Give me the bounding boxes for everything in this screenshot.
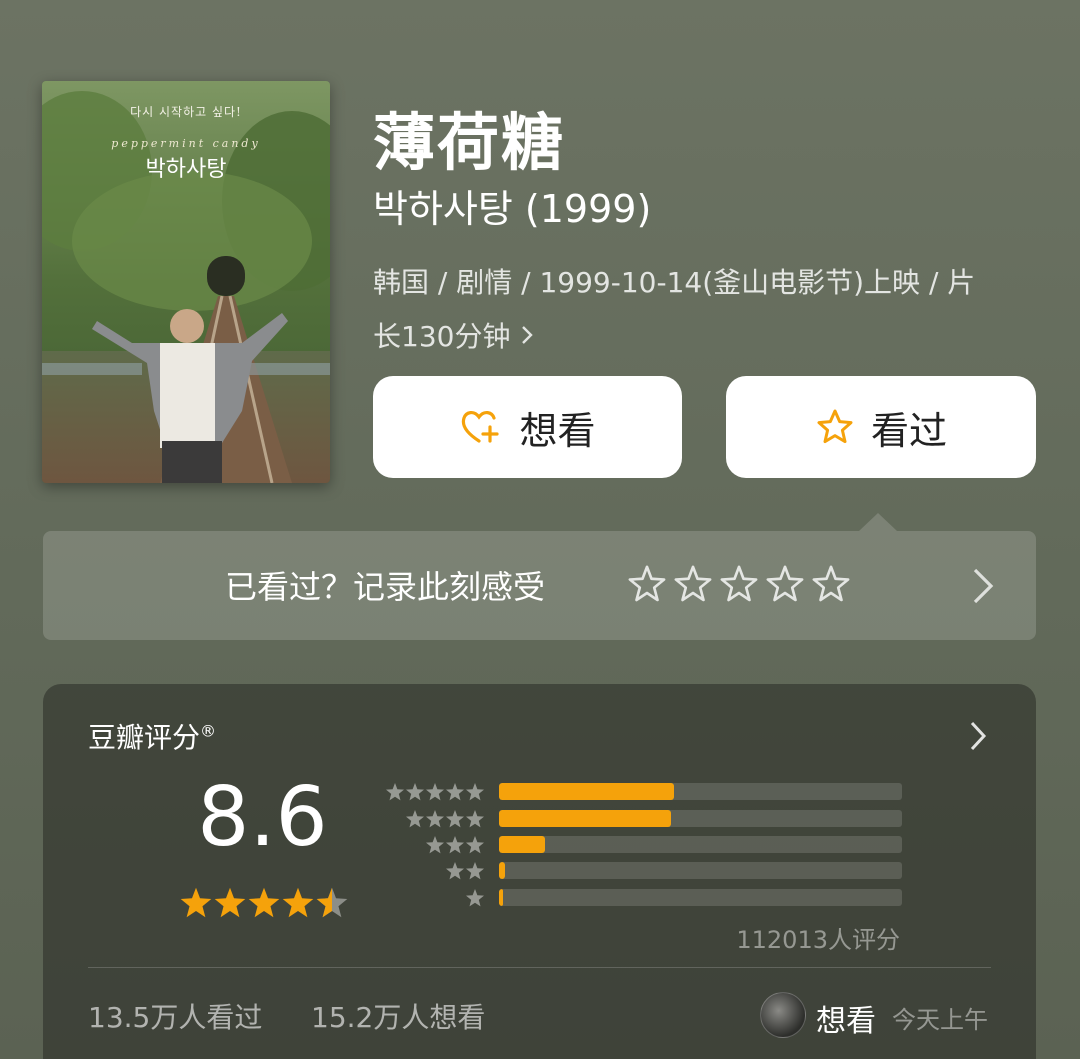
movie-meta-line2-wrap: 长130分钟 (373, 310, 1043, 364)
rate-star-row[interactable] (628, 565, 850, 607)
rate-star-icon[interactable] (812, 565, 850, 607)
seen-count[interactable]: 13.5万人看过 (88, 996, 262, 1036)
poster-tagline: 다시 시작하고 싶다! (130, 105, 242, 119)
rating-bar-fill (499, 889, 503, 906)
rating-row-stars (425, 835, 485, 859)
star-small-icon (465, 809, 485, 833)
chevron-right-icon[interactable] (970, 566, 996, 610)
rating-bar-track (499, 862, 902, 879)
rating-bar-track (499, 783, 902, 800)
rating-row-2-star (385, 861, 905, 881)
star-small-icon (445, 835, 465, 859)
rating-bar-fill (499, 810, 672, 827)
score-label[interactable]: 豆瓣评分® (88, 716, 216, 756)
rating-bar-track (499, 836, 902, 853)
rate-prompt-text: 已看过？记录此刻感受 (225, 568, 546, 606)
rating-bar-fill (499, 783, 675, 800)
star-small-icon (425, 835, 445, 859)
movie-original-title: 박하사탕 (1999) (373, 187, 652, 231)
star-small-icon (445, 782, 465, 806)
rate-star-icon[interactable] (766, 565, 804, 607)
rating-row-5-star (385, 782, 905, 802)
movie-meta[interactable]: 韩国 / 剧情 / 1999-10-14(釜山电影节)上映 / 片 长130分钟 (373, 256, 1043, 364)
chevron-right-icon[interactable] (968, 720, 988, 756)
rating-count: 112013人评分 (736, 926, 900, 954)
rating-row-4-star (385, 809, 905, 829)
poster-korean-title: 박하사탕 (145, 157, 227, 182)
rate-panel-pointer (859, 513, 897, 531)
rating-bar-fill (499, 836, 545, 853)
rating-row-stars (405, 809, 485, 833)
avatar[interactable] (760, 992, 806, 1038)
rating-row-stars (465, 888, 485, 912)
movie-poster[interactable]: 다시 시작하고 싶다! peppermint candy 박하사탕 (42, 81, 330, 483)
rate-star-icon[interactable] (674, 565, 712, 607)
have-watched-button[interactable]: 看过 (726, 376, 1036, 478)
want-count[interactable]: 15.2万人想看 (311, 996, 485, 1036)
star-small-icon (425, 809, 445, 833)
have-watched-label: 看过 (870, 408, 947, 453)
want-to-watch-button[interactable]: 想看 (373, 376, 682, 478)
rating-row-3-star (385, 835, 905, 855)
score-value: 8.6 (197, 770, 328, 865)
registered-mark: ® (200, 721, 217, 741)
star-small-icon (465, 835, 485, 859)
rating-bar-track (499, 810, 902, 827)
rating-row-stars (385, 782, 485, 806)
star-filled-icon (179, 886, 213, 924)
friend-time: 今天上午 (892, 1006, 988, 1034)
star-outline-icon (815, 407, 855, 447)
want-to-watch-label: 想看 (519, 408, 596, 453)
star-small-icon (445, 809, 465, 833)
star-filled-icon (281, 886, 315, 924)
star-half-icon (315, 886, 349, 924)
heart-plus-icon (459, 407, 503, 447)
star-filled-icon (247, 886, 281, 924)
star-small-icon (385, 782, 405, 806)
poster-english-title: peppermint candy (111, 137, 261, 150)
friend-action: 想看 (816, 1004, 876, 1039)
chevron-right-icon (520, 310, 534, 364)
rate-star-icon[interactable] (628, 565, 666, 607)
star-small-icon (465, 861, 485, 885)
star-small-icon (445, 861, 465, 885)
star-small-icon (405, 782, 425, 806)
rating-bar-track (499, 889, 902, 906)
star-small-icon (425, 782, 445, 806)
star-small-icon (465, 782, 485, 806)
rate-star-icon[interactable] (720, 565, 758, 607)
score-stars (179, 886, 349, 924)
star-small-icon (465, 888, 485, 912)
divider (88, 967, 991, 968)
star-small-icon (405, 809, 425, 833)
movie-meta-line2: 长130分钟 (373, 320, 511, 353)
movie-meta-line1: 韩国 / 剧情 / 1999-10-14(釜山电影节)上映 / 片 (373, 266, 976, 299)
rating-row-stars (445, 861, 485, 885)
movie-title: 薄荷糖 (373, 106, 566, 179)
rating-bar-fill (499, 862, 506, 879)
star-filled-icon (213, 886, 247, 924)
rating-row-1-star (385, 888, 905, 908)
score-label-text: 豆瓣评分 (88, 721, 201, 754)
